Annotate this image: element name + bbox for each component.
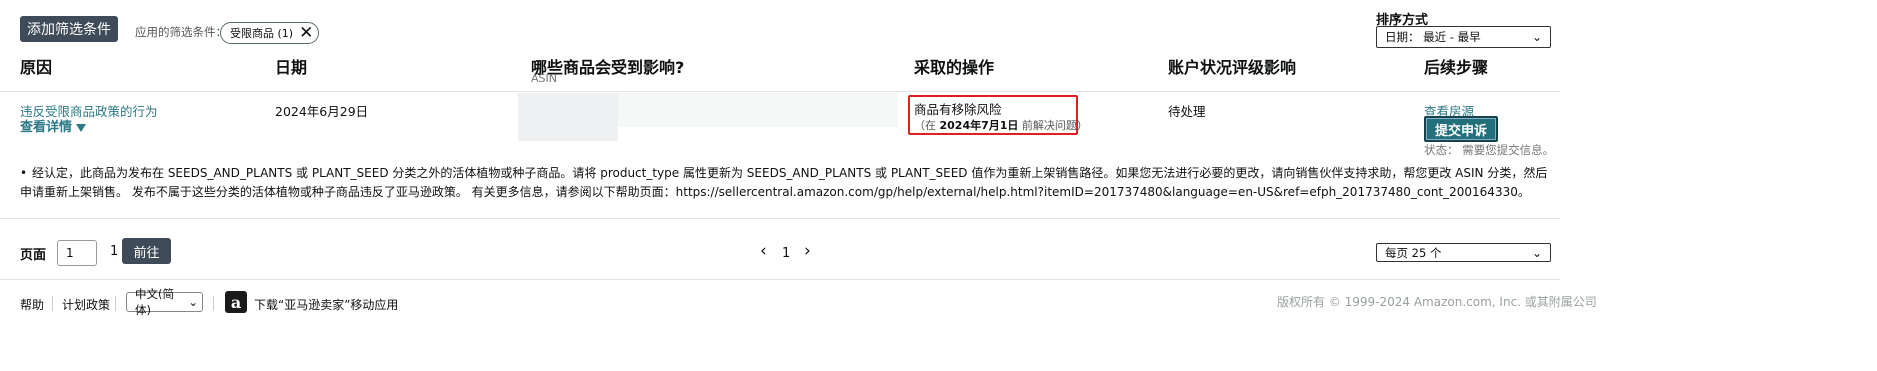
action-note-suffix: 前解决问题） — [1018, 119, 1088, 132]
amazon-app-icon[interactable]: a — [225, 291, 247, 313]
sort-selected-value: 日期： 最近 - 最早 — [1385, 30, 1481, 44]
copyright: 版权所有 © 1999-2024 Amazon.com, Inc. 或其附属公司 — [1277, 295, 1597, 309]
chevron-down-icon: ⌄ — [1531, 245, 1542, 260]
view-details-toggle[interactable]: 查看详情 — [20, 116, 87, 135]
go-button[interactable]: 前往 — [122, 238, 171, 264]
add-filter-button[interactable]: 添加筛选条件 — [20, 16, 118, 42]
per-page-select[interactable]: 每页 25 个 ⌄ — [1376, 243, 1551, 262]
header-divider — [0, 91, 1560, 92]
footer-separator — [115, 296, 116, 311]
view-details-label: 查看详情 — [20, 120, 73, 135]
action-deadline-date: 2024年7月1日 — [939, 119, 1019, 132]
current-page: 1 — [782, 246, 791, 261]
per-page-value: 每页 25 个 — [1385, 245, 1442, 260]
chevron-down-icon: ⌄ — [188, 295, 198, 309]
header-date: 日期 — [275, 58, 308, 77]
header-affected-sub: ASIN — [531, 72, 557, 85]
previous-page-icon[interactable]: ‹ — [760, 241, 767, 261]
caret-down-icon — [76, 123, 87, 132]
next-page-icon[interactable]: › — [804, 241, 811, 261]
footer-policies-link[interactable]: 计划政策 — [62, 296, 110, 313]
language-value: 中文(简体) — [135, 287, 174, 317]
footer-divider — [0, 279, 1560, 280]
bullet: • — [20, 166, 28, 180]
header-next-steps: 后续步骤 — [1424, 58, 1489, 77]
product-info-redacted — [618, 93, 898, 127]
total-pages: 1 — [110, 244, 119, 259]
action-note-prefix: （在 — [914, 119, 940, 132]
mobile-app-link[interactable]: 下载“亚马逊卖家”移动应用 — [254, 296, 398, 313]
product-image-redacted — [518, 93, 618, 141]
action-deadline-note: （在 2024年7月1日 前解决问题） — [914, 117, 1088, 133]
sort-select[interactable]: 日期： 最近 - 最早 ⌄ — [1376, 26, 1551, 48]
applied-filters-label: 应用的筛选条件： — [135, 25, 227, 39]
chevron-down-icon: ⌄ — [1531, 30, 1542, 44]
filter-chip-label: 受限商品 (1) — [230, 27, 294, 40]
footer-separator — [52, 296, 53, 311]
footer-separator — [213, 296, 214, 311]
footer-help-link[interactable]: 帮助 — [20, 296, 44, 313]
row-date: 2024年6月29日 — [275, 104, 369, 119]
action-title: 商品有移除风险 — [914, 102, 1002, 117]
close-icon[interactable]: ✕ — [299, 24, 313, 42]
header-action: 采取的操作 — [914, 58, 995, 77]
account-impact-value: 待处理 — [1168, 104, 1206, 119]
row-divider — [0, 218, 1560, 219]
submit-appeal-button[interactable]: 提交申诉 — [1424, 116, 1498, 142]
filter-chip-restricted[interactable]: 受限商品 (1) ✕ — [220, 22, 320, 44]
header-reason: 原因 — [20, 58, 53, 77]
page-label: 页面 — [20, 248, 47, 263]
description-text: 经认定，此商品为发布在 SEEDS_AND_PLANTS 或 PLANT_SEE… — [20, 166, 1548, 199]
header-account-impact: 账户状况评级影响 — [1168, 58, 1297, 77]
appeal-status: 状态： 需要您提交信息。 — [1424, 143, 1555, 157]
language-select[interactable]: 中文(简体) ⌄ — [126, 287, 203, 317]
violation-description: • 经认定，此商品为发布在 SEEDS_AND_PLANTS 或 PLANT_SE… — [20, 164, 1550, 202]
page-number-input[interactable]: 1 — [57, 240, 97, 266]
